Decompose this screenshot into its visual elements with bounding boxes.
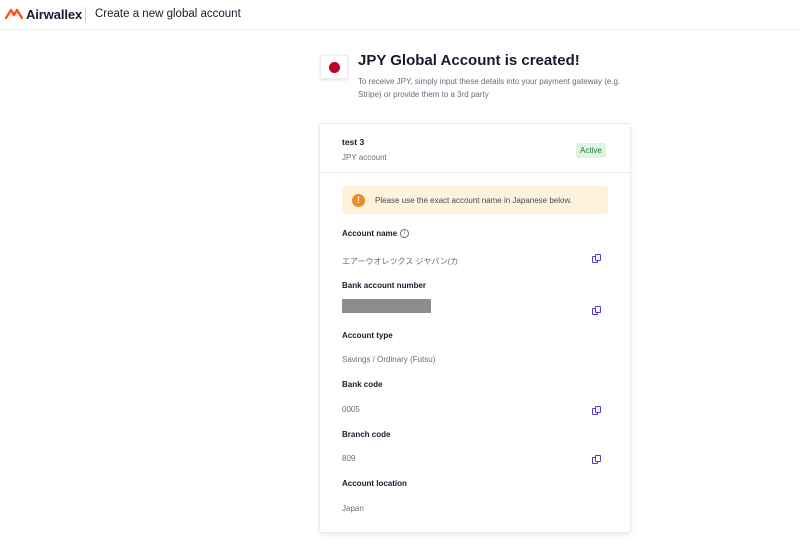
field-label-account-location: Account location (342, 479, 407, 488)
brand-name: Airwallex (26, 6, 83, 22)
header-divider (85, 7, 86, 23)
info-icon[interactable]: i (400, 229, 410, 239)
field-value-branch-code: 809 (342, 454, 356, 463)
copy-branch-code-button[interactable] (592, 455, 602, 465)
airwallex-logo-icon (5, 8, 23, 20)
copy-bank-account-number-button[interactable] (592, 306, 602, 316)
field-value-account-location: Japan (342, 504, 364, 513)
warning-icon: ! (352, 193, 365, 207)
field-value-account-type: Savings / Ordinary (Futsu) (342, 355, 436, 364)
airwallex-logo[interactable]: Airwallex (5, 6, 83, 22)
account-currency-label: JPY account (342, 153, 387, 162)
success-description: To receive JPY, simply input these detai… (358, 77, 621, 99)
field-value-account-name: エアーウオレツクス ジヤパン(カ (342, 257, 459, 266)
copy-account-name-button[interactable] (592, 254, 602, 264)
field-label-account-type: Account type (342, 331, 393, 340)
japanese-name-notice: ! Please use the exact account name in J… (342, 186, 608, 214)
copy-bank-code-button[interactable] (592, 406, 602, 416)
page-title: Create a new global account (95, 8, 241, 20)
masked-account-number (342, 299, 431, 313)
field-label-bank-code: Bank code (342, 380, 383, 389)
field-label-branch-code: Branch code (342, 430, 391, 439)
top-bar: Airwallex Create a new global account (0, 0, 800, 30)
notice-text: Please use the exact account name in Jap… (375, 195, 573, 205)
status-badge: Active (576, 143, 606, 158)
account-nickname: test 3 (342, 137, 365, 147)
card-divider (320, 172, 632, 173)
japan-flag-icon (320, 55, 348, 79)
account-details-card: test 3 JPY account Active ! Please use t… (319, 123, 632, 533)
field-value-bank-code: 0005 (342, 405, 360, 414)
field-label-bank-account-number: Bank account number (342, 281, 427, 290)
account-name-label-text: Account name (342, 229, 398, 238)
field-label-account-name: Account name i (342, 229, 410, 239)
success-title: JPY Global Account is created! (358, 52, 580, 69)
